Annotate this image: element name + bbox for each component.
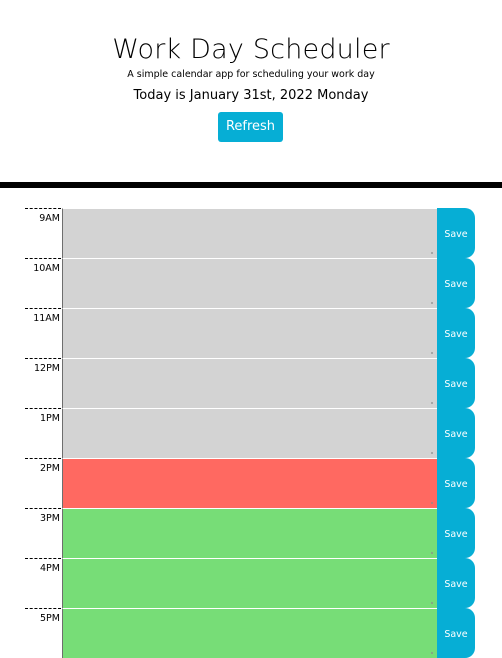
- description-wrapper: [62, 508, 437, 558]
- time-block-row: 3PM Save: [25, 508, 475, 558]
- save-button[interactable]: Save: [437, 458, 475, 508]
- hour-label: 3PM: [25, 508, 61, 558]
- refresh-button[interactable]: Refresh: [218, 112, 283, 142]
- hour-label: 10AM: [25, 258, 61, 308]
- page-title: Work Day Scheduler: [112, 34, 390, 65]
- description-textarea[interactable]: [62, 358, 437, 408]
- time-block-row: 9AM Save: [25, 208, 475, 258]
- hour-label: 2PM: [25, 458, 61, 508]
- time-block-row: 12PM Save: [25, 358, 475, 408]
- save-button[interactable]: Save: [437, 358, 475, 408]
- resize-grip-icon[interactable]: [431, 252, 433, 254]
- hour-label: 12PM: [25, 358, 61, 408]
- resize-grip-icon[interactable]: [431, 602, 433, 604]
- resize-grip-icon[interactable]: [431, 352, 433, 354]
- description-textarea[interactable]: [62, 258, 437, 308]
- description-wrapper: [62, 408, 437, 458]
- time-block-row: 1PM Save: [25, 408, 475, 458]
- description-textarea[interactable]: [62, 558, 437, 608]
- description-textarea[interactable]: [62, 458, 437, 508]
- description-textarea[interactable]: [62, 408, 437, 458]
- description-wrapper: [62, 208, 437, 258]
- description-textarea[interactable]: [62, 508, 437, 558]
- description-textarea[interactable]: [62, 608, 437, 658]
- save-button[interactable]: Save: [437, 408, 475, 458]
- description-wrapper: [62, 358, 437, 408]
- hour-label: 11AM: [25, 308, 61, 358]
- page-subtitle: A simple calendar app for scheduling you…: [127, 69, 375, 80]
- save-button[interactable]: Save: [437, 308, 475, 358]
- description-wrapper: [62, 558, 437, 608]
- resize-grip-icon[interactable]: [431, 502, 433, 504]
- resize-grip-icon[interactable]: [431, 452, 433, 454]
- header-divider: [0, 182, 502, 188]
- resize-grip-icon[interactable]: [431, 552, 433, 554]
- save-button[interactable]: Save: [437, 258, 475, 308]
- hour-label: 9AM: [25, 208, 61, 258]
- time-block-row: 4PM Save: [25, 558, 475, 608]
- description-textarea[interactable]: [62, 308, 437, 358]
- current-day: Today is January 31st, 2022 Monday: [133, 88, 369, 103]
- time-block-row: 2PM Save: [25, 458, 475, 508]
- save-button[interactable]: Save: [437, 508, 475, 558]
- resize-grip-icon[interactable]: [431, 402, 433, 404]
- hour-label: 1PM: [25, 408, 61, 458]
- description-textarea[interactable]: [62, 208, 437, 258]
- description-wrapper: [62, 608, 437, 658]
- save-button[interactable]: Save: [437, 208, 475, 258]
- description-wrapper: [62, 308, 437, 358]
- description-wrapper: [62, 458, 437, 508]
- save-button[interactable]: Save: [437, 558, 475, 608]
- time-block-row: 5PM Save: [25, 608, 475, 658]
- time-block-row: 10AM Save: [25, 258, 475, 308]
- time-block-row: 11AM Save: [25, 308, 475, 358]
- header: Work Day Scheduler A simple calendar app…: [0, 0, 502, 182]
- resize-grip-icon[interactable]: [431, 302, 433, 304]
- description-wrapper: [62, 258, 437, 308]
- save-button[interactable]: Save: [437, 608, 475, 658]
- resize-grip-icon[interactable]: [431, 652, 433, 654]
- hour-label: 4PM: [25, 558, 61, 608]
- hour-label: 5PM: [25, 608, 61, 658]
